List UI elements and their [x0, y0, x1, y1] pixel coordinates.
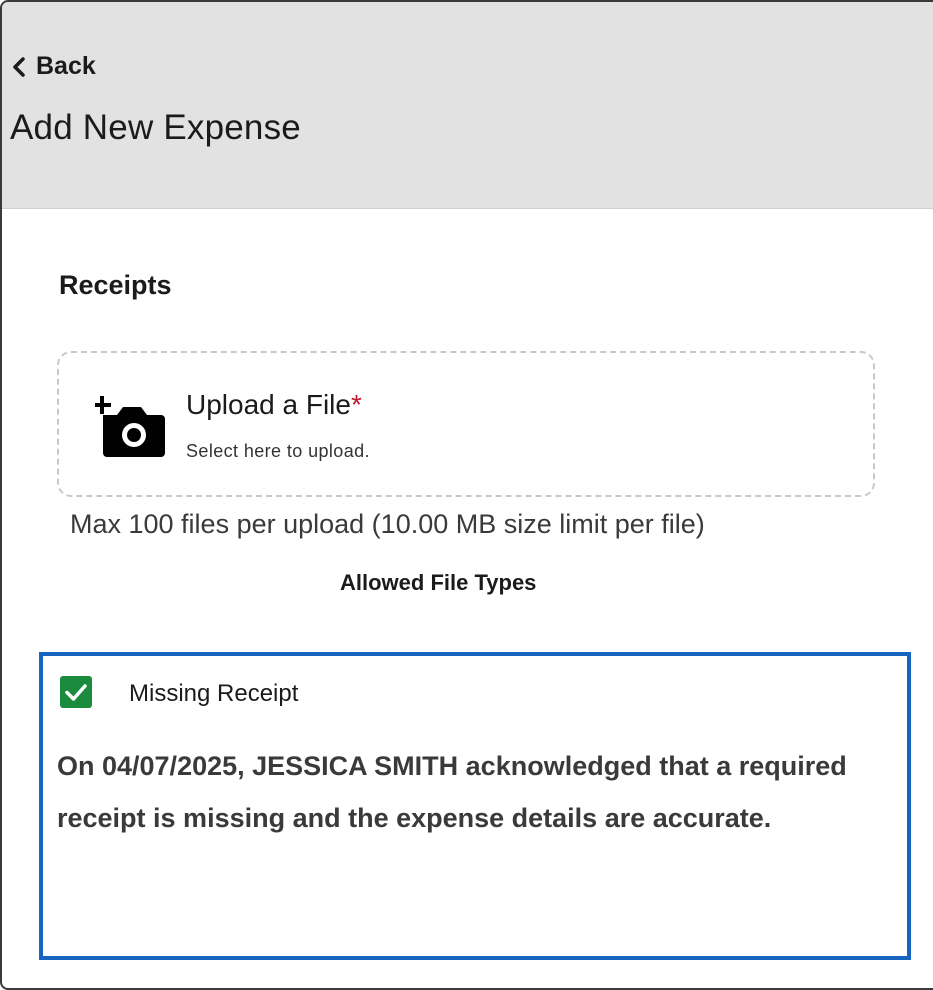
add-camera-icon — [93, 395, 165, 462]
upload-limit-text: Max 100 files per upload (10.00 MB size … — [70, 509, 705, 539]
back-button[interactable]: Back — [12, 52, 96, 81]
checkmark-icon — [65, 684, 87, 701]
chevron-left-icon — [12, 56, 26, 78]
missing-receipt-label: Missing Receipt — [129, 680, 299, 707]
upload-title: Upload a File* — [186, 389, 362, 421]
page-header: Back Add New Expense — [2, 2, 933, 209]
allowed-file-types-link[interactable]: Allowed File Types — [340, 570, 536, 596]
missing-receipt-checkbox[interactable] — [60, 676, 92, 708]
required-marker: * — [350, 389, 362, 420]
receipts-section-title: Receipts — [59, 270, 172, 300]
back-label: Back — [36, 52, 96, 80]
expense-form-window: Back Add New Expense Receipts Upload a F… — [0, 0, 933, 990]
acknowledgement-text: On 04/07/2025, JESSICA SMITH acknowledge… — [57, 751, 847, 833]
upload-subtitle: Select here to upload. — [186, 441, 370, 461]
upload-file-dropzone[interactable]: Upload a File* Select here to upload. — [57, 351, 875, 497]
page-title: Add New Expense — [10, 108, 301, 147]
missing-receipt-panel: Missing Receipt On 04/07/2025, JESSICA S… — [39, 652, 911, 960]
upload-title-text: Upload a File — [186, 389, 351, 420]
